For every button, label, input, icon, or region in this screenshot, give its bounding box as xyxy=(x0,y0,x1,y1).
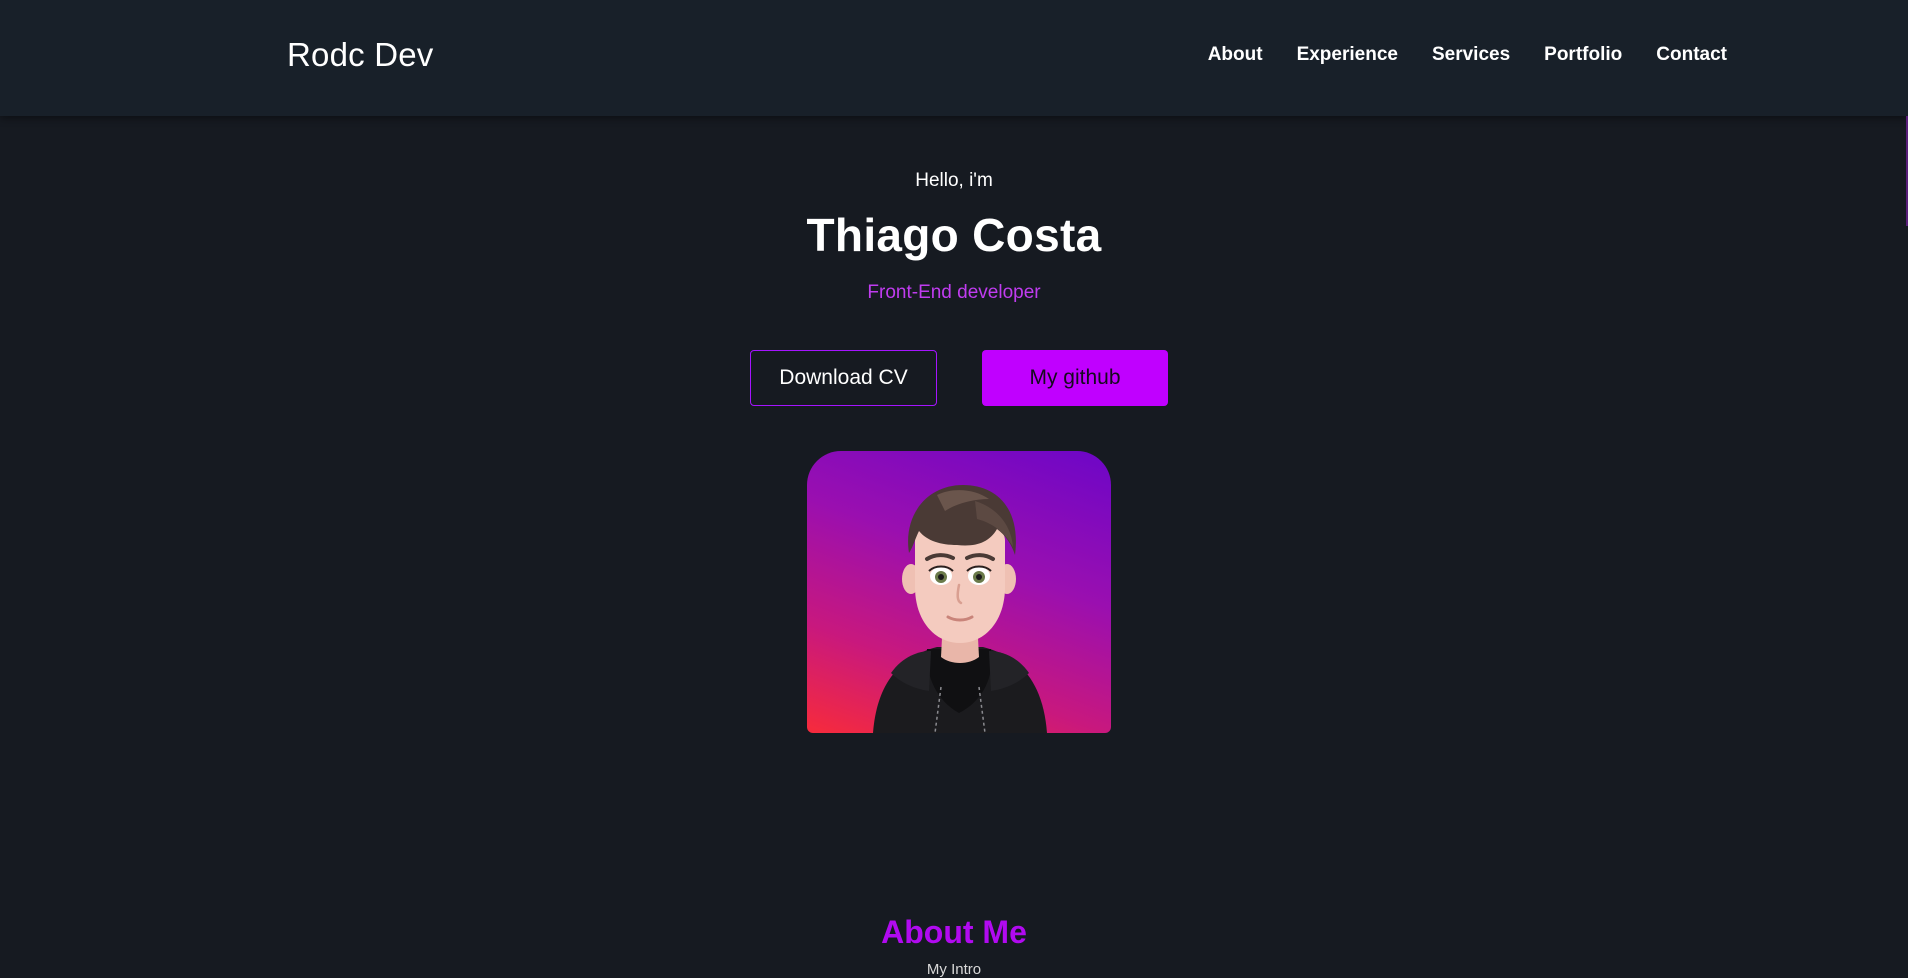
github-button[interactable]: My github xyxy=(982,350,1168,406)
avatar-card xyxy=(807,451,1111,733)
avatar-illustration xyxy=(873,485,1047,733)
navbar: Rodc Dev About Experience Services Portf… xyxy=(0,0,1908,116)
brand-logo[interactable]: Rodc Dev xyxy=(287,36,434,74)
nav-link-contact[interactable]: Contact xyxy=(1656,44,1727,66)
hero-greeting: Hello, i'm xyxy=(915,170,993,191)
hero-name: Thiago Costa xyxy=(806,209,1102,261)
main-nav: About Experience Services Portfolio Cont… xyxy=(1208,44,1727,66)
nav-link-about[interactable]: About xyxy=(1208,44,1263,66)
nav-link-portfolio[interactable]: Portfolio xyxy=(1544,44,1622,66)
download-cv-button[interactable]: Download CV xyxy=(750,350,937,406)
about-title: About Me xyxy=(881,914,1027,950)
about-subtitle: My Intro xyxy=(926,961,982,978)
nav-link-services[interactable]: Services xyxy=(1432,44,1510,66)
hero-role: Front-End developer xyxy=(867,282,1041,303)
nav-link-experience[interactable]: Experience xyxy=(1297,44,1398,66)
